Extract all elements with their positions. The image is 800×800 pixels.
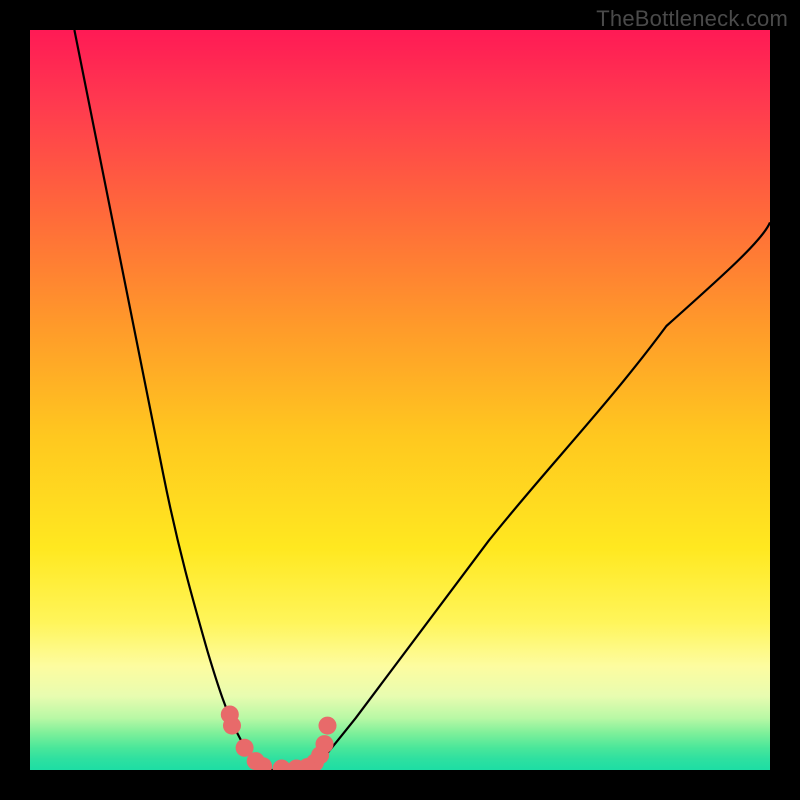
plot-area [30,30,770,770]
bottleneck-curve [74,30,770,770]
data-marker [319,717,337,735]
chart-frame: TheBottleneck.com [0,0,800,800]
chart-svg [30,30,770,770]
data-marker [223,717,241,735]
data-marker [316,735,334,753]
watermark-text: TheBottleneck.com [596,6,788,32]
marker-group [221,706,337,771]
